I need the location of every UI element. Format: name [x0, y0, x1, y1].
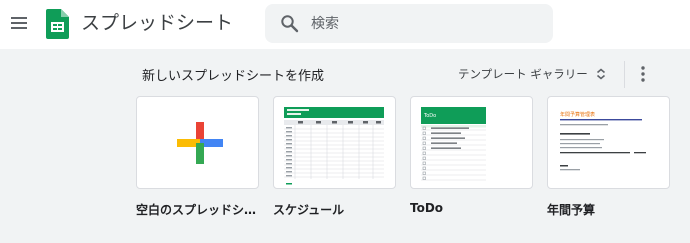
template-gallery-label: テンプレート ギャラリー [458, 67, 588, 81]
toolbar-divider [624, 61, 625, 88]
app-title[interactable]: スプレッドシート [81, 10, 233, 36]
todo-thumbnail-image: ToDo [421, 107, 486, 181]
template-label-blank: 空白のスプレッドシート [136, 203, 259, 217]
template-todo[interactable]: ToDo ToDo [410, 96, 533, 215]
template-thumbnail-annual-budget[interactable]: 年間予算管理表 [547, 96, 670, 189]
search-input[interactable] [311, 4, 541, 43]
template-thumbnail-schedule[interactable] [273, 96, 396, 189]
template-label-todo: ToDo [410, 201, 444, 215]
template-gallery: 新しいスプレッドシートを作成 テンプレート ギャラリー 空白のスプレッドシート [0, 49, 690, 243]
search-icon[interactable] [280, 14, 299, 33]
budget-thumbnail-title: 年間予算管理表 [560, 111, 595, 118]
top-bar: スプレッドシート [0, 0, 690, 49]
budget-thumbnail-image: 年間予算管理表 [560, 111, 646, 171]
todo-thumbnail-title: ToDo [423, 113, 436, 119]
more-vert-icon[interactable] [635, 65, 651, 83]
gallery-title: 新しいスプレッドシートを作成 [142, 69, 325, 84]
template-thumbnail-todo[interactable]: ToDo [410, 96, 533, 189]
template-label-schedule: スケジュール [273, 203, 345, 217]
unfold-icon [596, 68, 605, 80]
plus-icon [177, 122, 223, 164]
sheets-logo-icon[interactable] [46, 9, 69, 39]
template-gallery-toggle[interactable]: テンプレート ギャラリー [458, 63, 608, 85]
search-bar[interactable] [265, 4, 553, 43]
menu-icon[interactable] [10, 14, 28, 32]
template-schedule[interactable]: スケジュール [273, 96, 396, 218]
schedule-thumbnail-image [284, 107, 384, 185]
template-thumbnail-blank[interactable] [136, 96, 259, 189]
template-blank[interactable]: 空白のスプレッドシート [136, 96, 259, 218]
template-annual-budget[interactable]: 年間予算管理表 年間予算 [547, 96, 670, 218]
template-label-annual-budget: 年間予算 [547, 203, 596, 217]
